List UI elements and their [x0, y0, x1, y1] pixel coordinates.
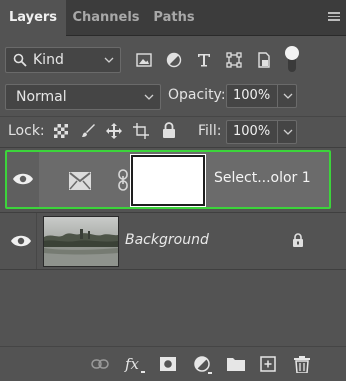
svg-text:fx: fx	[124, 355, 140, 373]
new-adjustment-layer-icon[interactable]	[192, 354, 214, 376]
divider	[0, 116, 346, 117]
lock-icon	[293, 233, 303, 247]
delete-layer-trash-icon[interactable]	[292, 354, 312, 374]
type-filter-icon[interactable]	[194, 50, 214, 70]
chevron-down-icon[interactable]	[283, 128, 293, 136]
smart-object-filter-icon[interactable]	[254, 50, 274, 70]
layer-mask-thumbnail[interactable]	[130, 154, 206, 207]
lock-artboard-icon[interactable]	[131, 121, 151, 141]
chevron-down-icon	[144, 94, 154, 100]
divider	[0, 269, 346, 270]
layer-row-selective-color[interactable]: Select...olor 1	[5, 150, 331, 209]
blend-mode-value: Normal	[16, 89, 67, 105]
filter-kind-dropdown[interactable]: Kind	[5, 47, 121, 73]
lock-label: Lock:	[8, 123, 45, 139]
eye-visibility-icon[interactable]	[12, 172, 34, 186]
lock-transparent-pixels-icon[interactable]	[51, 121, 71, 141]
adjustment-filter-icon[interactable]	[164, 50, 184, 70]
shape-filter-icon[interactable]	[224, 50, 244, 70]
blend-mode-dropdown[interactable]: Normal	[5, 84, 161, 110]
lock-all-icon[interactable]	[159, 120, 179, 140]
fill-label: Fill:	[198, 123, 222, 139]
lock-position-move-icon[interactable]	[104, 121, 124, 141]
filter-toggle-switch[interactable]	[285, 46, 299, 74]
landscape-thumbnail-image	[44, 217, 118, 266]
tab-channels[interactable]: Channels	[66, 0, 146, 36]
fill-field[interactable]: 100%	[226, 120, 297, 144]
chevron-down-icon[interactable]	[283, 92, 293, 100]
opacity-field[interactable]: 100%	[226, 84, 297, 108]
eye-visibility-icon[interactable]	[10, 234, 32, 248]
layer-style-fx-icon[interactable]: fx	[124, 354, 148, 376]
add-layer-mask-icon[interactable]	[158, 354, 178, 374]
filter-kind-label: Kind	[33, 52, 64, 68]
layer-name[interactable]: Select...olor 1	[214, 170, 311, 186]
pixel-filter-icon[interactable]	[134, 50, 154, 70]
lock-image-pixels-brush-icon[interactable]	[78, 121, 98, 141]
search-icon	[13, 53, 27, 67]
new-layer-icon[interactable]	[258, 354, 278, 374]
layer-thumbnail[interactable]	[43, 216, 119, 267]
layer-row-background[interactable]: Background	[0, 213, 346, 269]
chevron-down-icon	[104, 57, 114, 63]
layer-name[interactable]: Background	[125, 232, 209, 248]
divider	[0, 147, 346, 148]
link-layers-icon[interactable]	[90, 354, 110, 374]
opacity-value: 100%	[233, 88, 271, 103]
divider	[0, 346, 346, 347]
fill-value: 100%	[233, 124, 271, 139]
tab-paths[interactable]: Paths	[146, 0, 202, 36]
opacity-label: Opacity:	[168, 87, 226, 103]
tab-layers[interactable]: Layers	[0, 0, 66, 37]
chain-link-icon[interactable]	[117, 169, 129, 191]
new-group-folder-icon[interactable]	[226, 354, 246, 374]
selective-color-adjustment-icon	[69, 172, 91, 190]
panel-menu-icon[interactable]	[328, 12, 340, 22]
